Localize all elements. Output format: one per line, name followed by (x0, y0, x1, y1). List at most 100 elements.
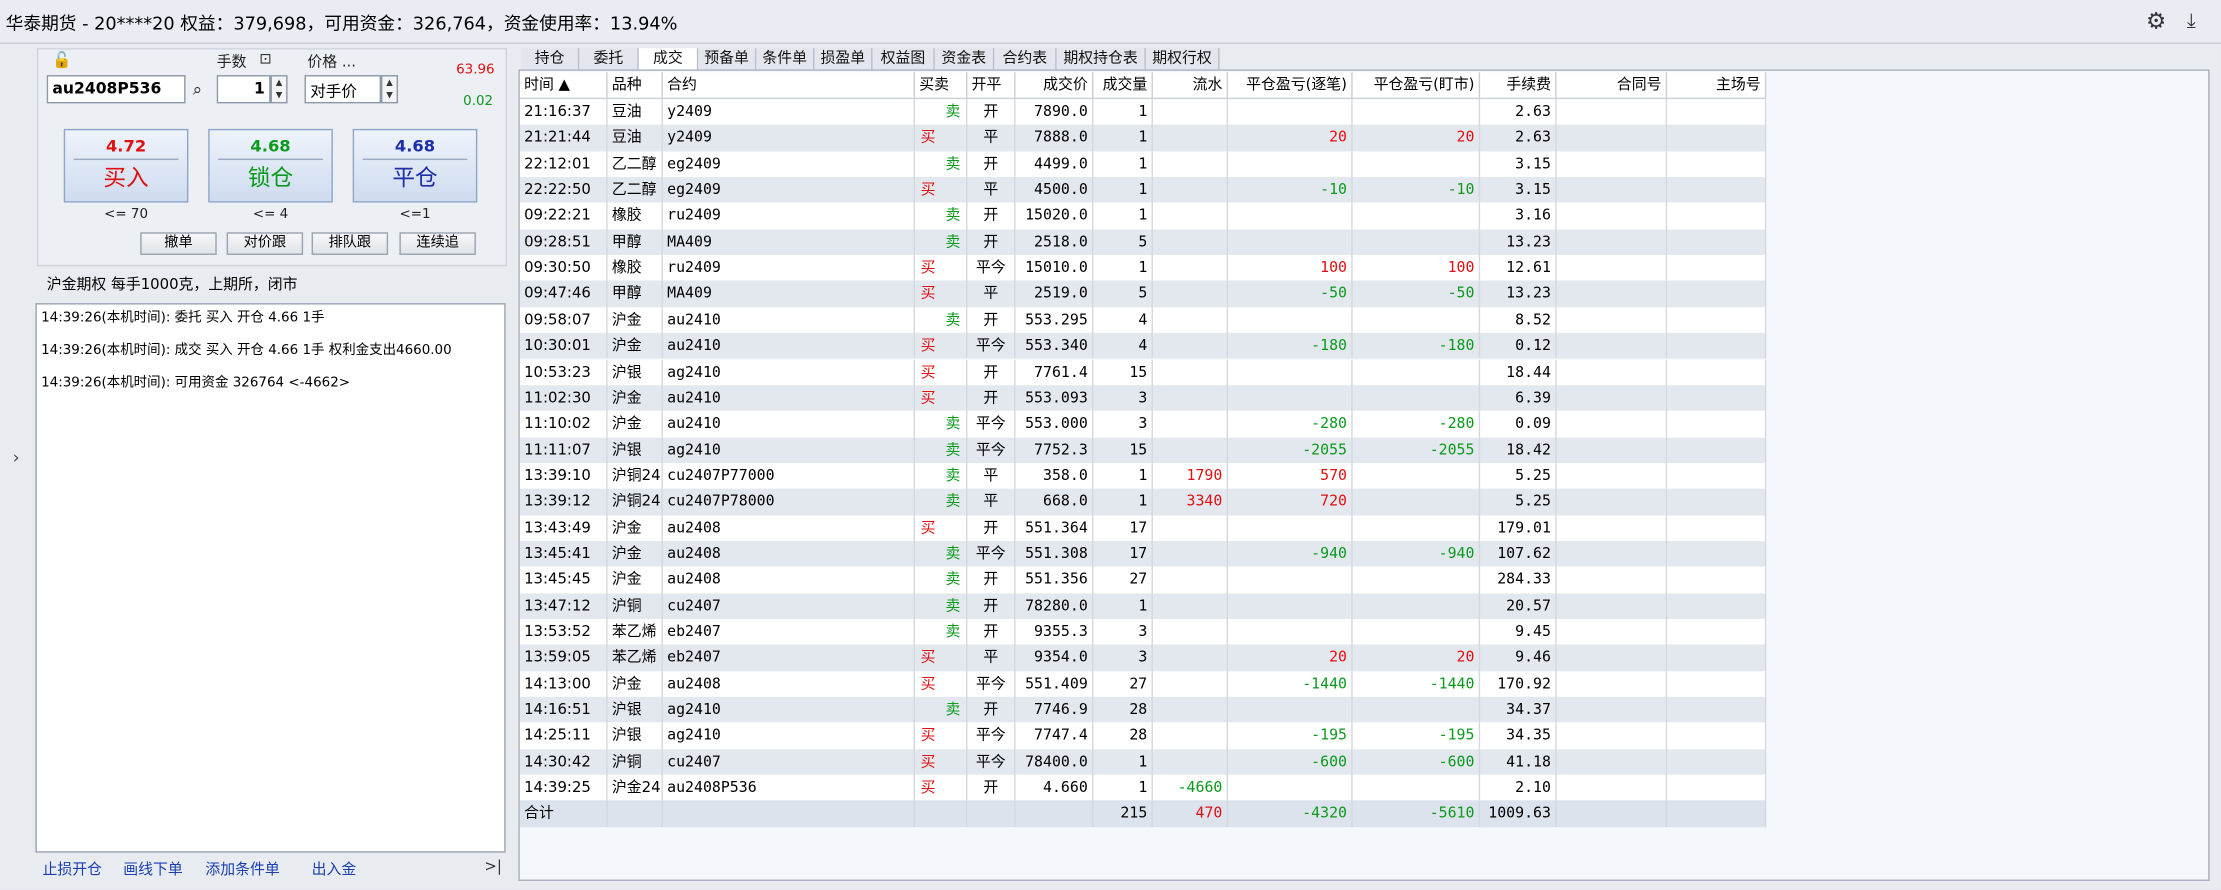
table-row[interactable]: 14:39:25 沪金24(au2408P536 买开 4.660 1 -4660 2.10 (519, 774, 1767, 801)
lots-screen-icon[interactable]: ⊡ (259, 51, 271, 68)
col-side[interactable]: 买卖 (915, 72, 968, 98)
expand-arrow-icon[interactable]: › (13, 448, 20, 468)
cell-volume: 3 (1093, 411, 1153, 438)
lots-input[interactable]: 1 (216, 75, 271, 104)
table-row[interactable]: 22:22:50 乙二醇 eg2409 买平 4500.0 1 -10 -10 3.15 (519, 177, 1767, 204)
col-time[interactable]: 时间 ▲ (520, 72, 608, 98)
table-row[interactable]: 13:53:52 苯乙烯 eb2407 卖开 9355.3 3 9.45 (519, 618, 1767, 645)
table-row[interactable]: 11:11:07 沪银 ag2410 卖平今 7752.3 15 -2055 -2055 18.… (519, 437, 1767, 464)
table-row[interactable]: 13:43:49 沪金 au2408 买开 551.364 17 179.01 (519, 514, 1767, 541)
follow-opposite-button[interactable]: 对价跟 (226, 232, 304, 255)
col-price[interactable]: 成交价 (1016, 72, 1094, 98)
col-product[interactable]: 品种 (608, 72, 663, 98)
table-row[interactable]: 10:53:23 沪银 ag2410 买开 7761.4 15 18.44 (519, 359, 1767, 386)
table-row[interactable]: 22:12:01 乙二醇 eg2409 卖开 4499.0 1 3.15 (519, 151, 1767, 178)
cell-fee: 9.45 (1480, 618, 1557, 645)
table-row[interactable]: 09:58:07 沪金 au2410 卖开 553.295 4 8.52 (519, 307, 1767, 334)
cell-pnl-trade: 20 (1228, 125, 1353, 152)
col-contract[interactable]: 合约 (663, 72, 915, 98)
tab-contract-table[interactable]: 合约表 (994, 48, 1057, 70)
tab-prepared-orders[interactable]: 预备单 (698, 48, 757, 70)
tab-orders[interactable]: 委托 (579, 48, 639, 70)
table-row[interactable]: 13:39:10 沪铜24(cu2407P77000 卖平 358.0 1 1790 570… (519, 463, 1767, 489)
lock-button[interactable]: 4.68 锁仓 (208, 128, 333, 203)
table-row[interactable]: 09:28:51 甲醇 MA409 卖开 2518.0 5 13.23 (519, 229, 1767, 256)
table-row[interactable]: 09:30:50 橡胶 ru2409 买平今 15010.0 1 100 100 12.61 (519, 255, 1767, 282)
settings-gear-icon[interactable]: ⚙ (2146, 8, 2166, 33)
tab-stop-orders[interactable]: 损盈单 (814, 48, 873, 70)
col-contract-no[interactable]: 合同号 (1557, 72, 1668, 98)
tab-option-exercise[interactable]: 期权行权 (1145, 48, 1220, 70)
total-volume: 215 (1093, 800, 1153, 827)
table-row[interactable]: 21:16:37 豆油 y2409 卖开 7890.0 1 2.63 (519, 99, 1767, 126)
cell-contract: y2409 (663, 99, 915, 126)
cell-contract: au2408 (663, 670, 915, 697)
table-row[interactable]: 11:10:02 沪金 au2410 卖平今 553.000 3 -280 -280 0.09 (519, 411, 1767, 438)
cell-open-close: 开 (967, 514, 1016, 541)
table-row[interactable]: 14:16:51 沪银 ag2410 卖开 7746.9 28 34.37 (519, 696, 1767, 723)
col-pnl-trade[interactable]: 平仓盈亏(逐笔) (1228, 72, 1353, 98)
tab-positions[interactable]: 持仓 (521, 48, 580, 70)
cell-flow (1153, 644, 1229, 671)
collapse-panel-icon[interactable]: >| (484, 858, 501, 875)
table-row[interactable]: 14:13:00 沪金 au2408 买平今 551.409 27 -1440 -1440 17… (519, 670, 1767, 697)
follow-queue-button[interactable]: 排队跟 (311, 232, 389, 255)
cell-product: 沪金 (608, 566, 663, 593)
cell-fee: 13.23 (1480, 229, 1557, 256)
table-row[interactable]: 21:21:44 豆油 y2409 买平 7888.0 1 20 20 2.63 (519, 125, 1767, 152)
cell-pnl-trade (1228, 229, 1353, 256)
cell-side: 卖 (915, 489, 968, 515)
cell-time: 13:43:49 (520, 514, 608, 541)
tab-conditional-orders[interactable]: 条件单 (756, 48, 815, 70)
col-exchange-no[interactable]: 主场号 (1667, 72, 1767, 98)
col-fee[interactable]: 手续费 (1480, 72, 1557, 98)
col-open-close[interactable]: 开平 (967, 72, 1016, 98)
message-log[interactable]: 14:39:26(本机时间): 委托 买入 开仓 4.66 1手 14:39:2… (35, 303, 506, 853)
table-row[interactable]: 13:39:12 沪铜24(cu2407P78000 卖平 668.0 1 3340 720… (519, 489, 1767, 515)
line-order-link[interactable]: 画线下单 (123, 858, 182, 879)
contract-input[interactable]: au2408P536 (46, 75, 186, 104)
tab-option-positions[interactable]: 期权持仓表 (1056, 48, 1146, 70)
price-type-input[interactable]: 对手价 (304, 75, 382, 104)
cancel-order-button[interactable]: 撤单 (140, 232, 217, 255)
stop-loss-open-link[interactable]: 止损开仓 (42, 858, 101, 879)
cell-time: 09:22:21 (520, 203, 608, 230)
table-row[interactable]: 13:45:45 沪金 au2408 卖开 551.356 27 284.33 (519, 566, 1767, 593)
table-row[interactable]: 11:02:30 沪金 au2410 买开 553.093 3 6.39 (519, 385, 1767, 412)
tab-fund-table[interactable]: 资金表 (934, 48, 995, 70)
unlock-icon[interactable]: 🔓 (52, 51, 71, 69)
table-row[interactable]: 13:45:41 沪金 au2408 卖平今 551.308 17 -940 -940 107.… (519, 540, 1767, 567)
table-row[interactable]: 14:25:11 沪银 ag2410 买平今 7747.4 28 -195 -195 34.35 (519, 722, 1767, 749)
col-volume[interactable]: 成交量 (1093, 72, 1153, 98)
close-position-button[interactable]: 4.68 平仓 (352, 128, 478, 203)
buy-button[interactable]: 4.72 买入 (63, 128, 189, 203)
table-row[interactable]: 13:59:05 苯乙烯 eb2407 买平 9354.0 3 20 20 9.46 (519, 644, 1767, 671)
table-row[interactable]: 14:30:42 沪铜 cu2407 买平今 78400.0 1 -600 -600 41.18 (519, 748, 1767, 775)
table-row[interactable]: 10:30:01 沪金 au2410 买平今 553.340 4 -180 -180 0.12 (519, 333, 1767, 360)
minimize-down-icon[interactable]: ⤓ (2187, 8, 2196, 33)
cell-pnl-mark (1353, 592, 1481, 619)
log-line: 14:39:26(本机时间): 成交 买入 开仓 4.66 1手 权利金支出46… (41, 342, 452, 359)
deposit-withdraw-link[interactable]: 出入金 (312, 858, 357, 879)
total-side (915, 800, 968, 827)
cell-price: 9354.0 (1016, 644, 1094, 671)
cell-contract-no (1557, 644, 1668, 671)
search-icon[interactable]: ⌕ (193, 79, 203, 100)
cell-fee: 13.23 (1480, 281, 1557, 308)
table-row[interactable]: 13:47:12 沪铜 cu2407 卖开 78280.0 1 20.57 (519, 592, 1767, 619)
col-flow[interactable]: 流水 (1153, 72, 1229, 98)
tab-equity-chart[interactable]: 权益图 (872, 48, 935, 70)
lots-stepper[interactable]: ▲ ▼ (270, 75, 288, 104)
table-row[interactable]: 09:47:46 甲醇 MA409 买平 2519.0 5 -50 -50 13.23 (519, 281, 1767, 308)
table-row[interactable]: 09:22:21 橡胶 ru2409 卖开 15020.0 1 3.16 (519, 203, 1767, 230)
price-stepper[interactable]: ▲ ▼ (381, 75, 399, 104)
cell-time: 10:53:23 (520, 359, 608, 386)
cell-fee: 20.57 (1480, 592, 1557, 619)
cell-fee: 179.01 (1480, 514, 1557, 541)
total-exchange-no (1667, 800, 1767, 827)
price-label[interactable]: 价格 ... (307, 51, 356, 72)
continuous-chase-button[interactable]: 连续追 (399, 232, 476, 255)
add-conditional-order-link[interactable]: 添加条件单 (205, 858, 279, 879)
col-pnl-mark[interactable]: 平仓盈亏(盯市) (1353, 72, 1481, 98)
tab-trades[interactable]: 成交 (638, 48, 699, 70)
